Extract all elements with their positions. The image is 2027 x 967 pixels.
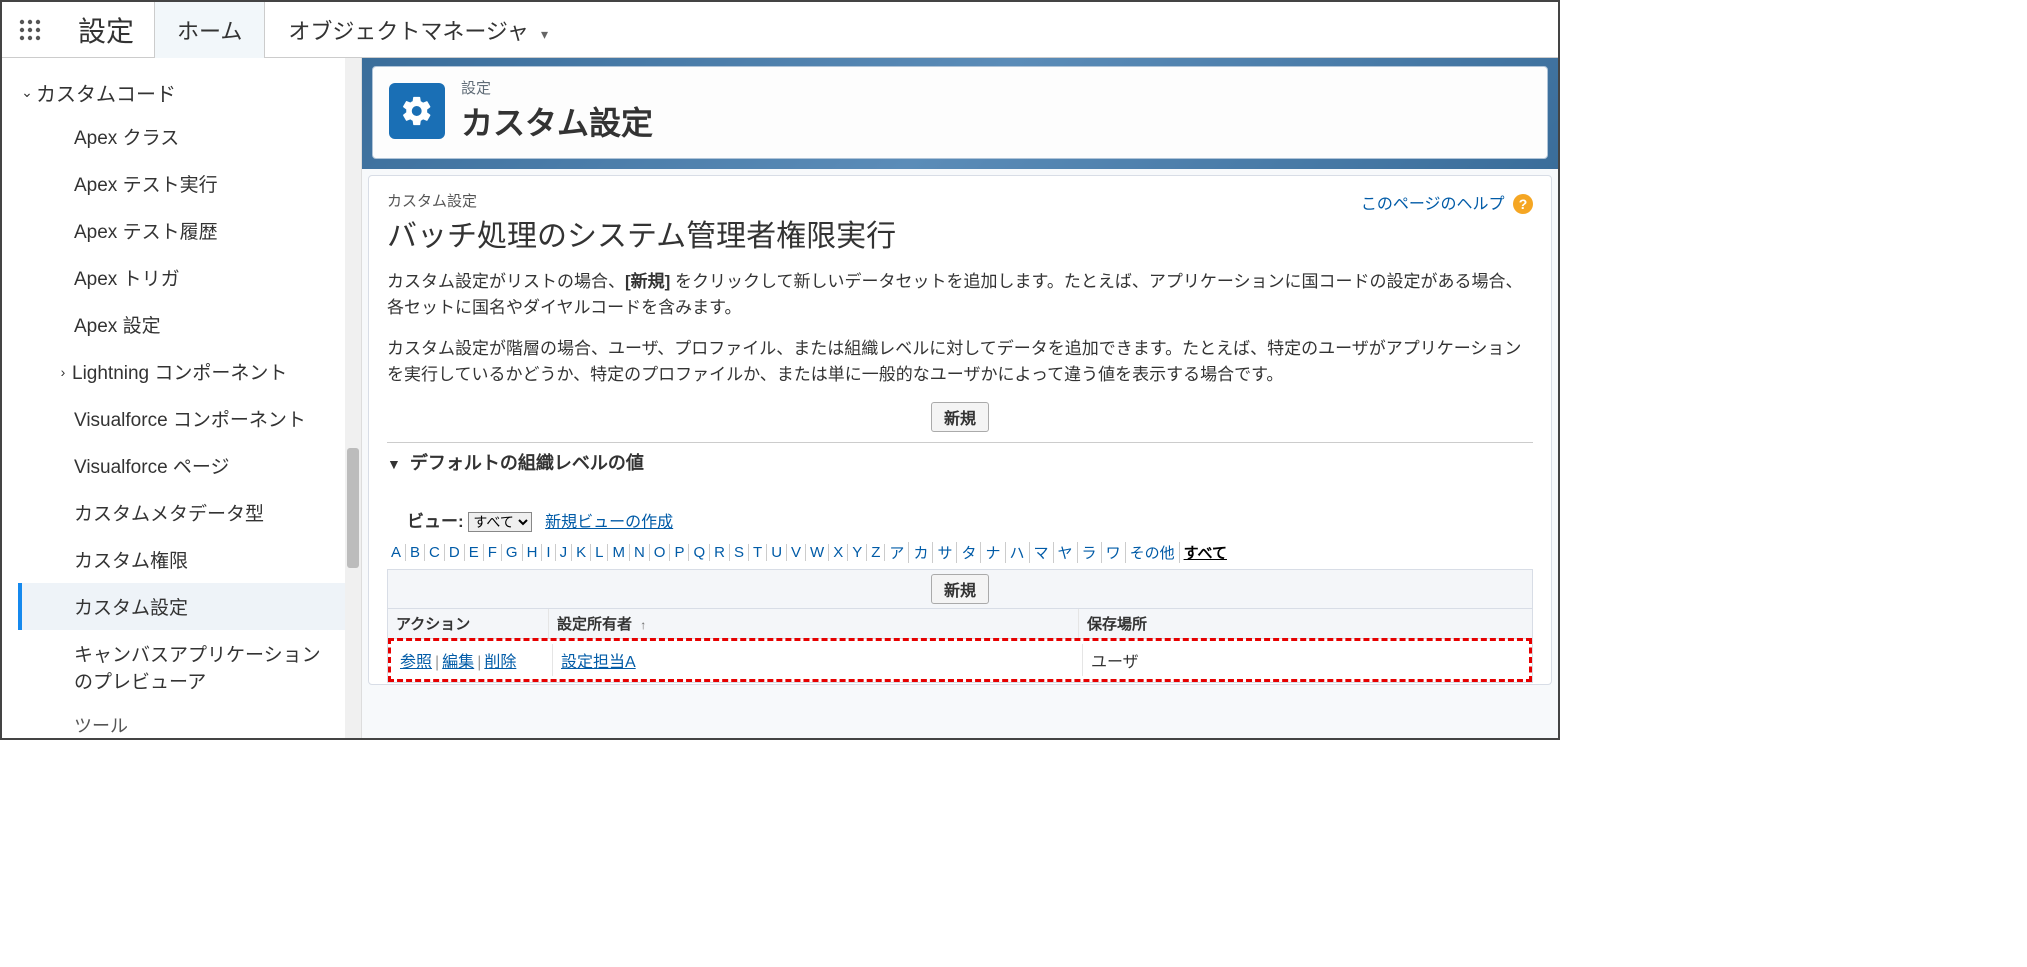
alpha-ア[interactable]: ア [885,542,909,563]
alpha-M[interactable]: M [608,544,630,561]
alpha-H[interactable]: H [523,544,543,561]
alpha-すべて[interactable]: すべて [1180,542,1231,563]
help-link[interactable]: このページのヘルプ ? [1361,190,1533,214]
app-launcher-icon[interactable] [2,19,58,41]
tab-label: オブジェクトマネージャ [288,19,528,44]
top-nav: 設定 ホーム オブジェクトマネージャ ▾ [2,2,1558,58]
help-icon: ? [1513,194,1533,214]
alpha-ヤ[interactable]: ヤ [1054,542,1078,563]
row-action-view[interactable]: 参照 [400,654,432,671]
create-view-link[interactable]: 新規ビューの作成 [545,514,673,531]
tab-object-manager[interactable]: オブジェクトマネージャ ▾ [265,1,571,59]
sidebar-item-canvas-previewer[interactable]: キャンバスアプリケーションのプレビューア [18,630,345,704]
row-action-delete[interactable]: 削除 [484,654,516,671]
view-label: ビュー: [407,512,464,531]
collapse-header-org-default[interactable]: ▼ デフォルトの組織レベルの値 [387,442,1533,481]
sidebar-item-apex-triggers[interactable]: Apex トリガ [18,254,345,301]
alpha-U[interactable]: U [767,544,787,561]
alpha-その他[interactable]: その他 [1126,542,1180,563]
col-header-location[interactable]: 保存場所 [1078,609,1532,638]
sidebar-item-tools[interactable]: ツール [18,704,345,738]
sidebar-item-label: Lightning コンポーネント [72,358,287,385]
sidebar-item-lightning-components[interactable]: › Lightning コンポーネント [18,348,345,395]
alpha-C[interactable]: C [425,544,445,561]
sidebar-group-custom-code[interactable]: ⌄ カスタムコード [18,72,345,113]
alpha-K[interactable]: K [572,544,591,561]
table-new-button[interactable]: 新規 [931,574,989,604]
sidebar: ⌄ カスタムコード Apex クラス Apex テスト実行 Apex テスト履歴… [2,58,362,738]
scrollbar-thumb[interactable] [347,448,359,568]
triangle-down-icon: ▼ [387,456,401,472]
alpha-サ[interactable]: サ [933,542,957,563]
row-action-edit[interactable]: 編集 [442,654,474,671]
new-button[interactable]: 新規 [931,402,989,432]
col-header-owner[interactable]: 設定所有者 ↑ [548,609,1078,638]
alpha-P[interactable]: P [670,544,689,561]
alpha-カ[interactable]: カ [909,542,933,563]
sidebar-item-custom-metadata[interactable]: カスタムメタデータ型 [18,489,345,536]
description-2: カスタム設定が階層の場合、ユーザ、プロファイル、または組織レベルに対してデータを… [387,336,1533,389]
alpha-N[interactable]: N [630,544,650,561]
view-row: ビュー: すべて 新規ビューの作成 [407,507,1533,532]
alpha-V[interactable]: V [787,544,806,561]
alphabet-filter: ABCDEFGHIJKLMNOPQRSTUVWXYZアカサタナハマヤラワその他す… [387,542,1533,563]
alpha-E[interactable]: E [465,544,484,561]
alpha-X[interactable]: X [829,544,848,561]
tab-home[interactable]: ホーム [154,1,265,58]
description-1: カスタム設定がリストの場合、[新規] をクリックして新しいデータセットを追加しま… [387,269,1533,322]
alpha-J[interactable]: J [556,544,573,561]
alpha-Z[interactable]: Z [867,544,885,561]
page-title: カスタム設定 [461,98,653,144]
alpha-B[interactable]: B [406,544,425,561]
alpha-ラ[interactable]: ラ [1078,542,1102,563]
sidebar-scrollbar[interactable] [345,58,361,738]
gear-icon [389,83,445,139]
alpha-T[interactable]: T [749,544,767,561]
sidebar-item-apex-settings[interactable]: Apex 設定 [18,301,345,348]
alpha-D[interactable]: D [445,544,465,561]
alpha-ナ[interactable]: ナ [981,542,1005,563]
row-owner-link[interactable]: 設定担当A [561,654,636,671]
view-select[interactable]: すべて [468,512,532,532]
page-header: 設定 カスタム設定 [372,66,1548,159]
sidebar-group-label: カスタムコード [36,78,176,107]
alpha-タ[interactable]: タ [957,542,981,563]
alpha-S[interactable]: S [730,544,749,561]
alpha-O[interactable]: O [650,544,671,561]
alpha-ワ[interactable]: ワ [1102,542,1126,563]
sidebar-item-apex-classes[interactable]: Apex クラス [18,113,345,160]
breadcrumb: 設定 [461,77,653,98]
sidebar-item-apex-test-history[interactable]: Apex テスト履歴 [18,207,345,254]
sidebar-item-vf-pages[interactable]: Visualforce ページ [18,442,345,489]
alpha-F[interactable]: F [484,544,502,561]
alpha-Q[interactable]: Q [689,544,710,561]
alpha-G[interactable]: G [502,544,523,561]
alpha-Y[interactable]: Y [848,544,867,561]
chevron-down-icon: ▾ [541,26,548,42]
chevron-down-icon: ⌄ [18,84,36,101]
row-location: ユーザ [1082,644,1528,676]
alpha-L[interactable]: L [591,544,608,561]
sidebar-item-custom-settings[interactable]: カスタム設定 [18,583,345,630]
alpha-W[interactable]: W [806,544,829,561]
sort-up-icon: ↑ [640,618,646,632]
alpha-A[interactable]: A [387,544,406,561]
alpha-I[interactable]: I [542,544,555,561]
collapse-label: デフォルトの組織レベルの値 [410,453,644,473]
alpha-マ[interactable]: マ [1030,542,1054,563]
data-table: 新規 アクション 設定所有者 ↑ 保存場所 参照|編集|削除 [387,569,1533,683]
alpha-R[interactable]: R [710,544,730,561]
section-title: バッチ処理のシステム管理者権限実行 [387,211,1533,255]
main-content: 設定 カスタム設定 このページのヘルプ ? カスタム設定 バッチ処理のシステム管… [362,58,1558,738]
chevron-right-icon: › [54,364,72,380]
table-row: 参照|編集|削除 設定担当A ユーザ [392,642,1528,678]
highlight-marker: 参照|編集|削除 設定担当A ユーザ [388,638,1532,682]
sidebar-item-custom-permissions[interactable]: カスタム権限 [18,536,345,583]
sidebar-item-vf-components[interactable]: Visualforce コンポーネント [18,395,345,442]
sidebar-item-apex-test-exec[interactable]: Apex テスト実行 [18,160,345,207]
col-header-action: アクション [388,609,548,638]
alpha-ハ[interactable]: ハ [1006,542,1030,563]
help-label: このページのヘルプ [1361,196,1505,213]
app-name: 設定 [58,10,154,50]
